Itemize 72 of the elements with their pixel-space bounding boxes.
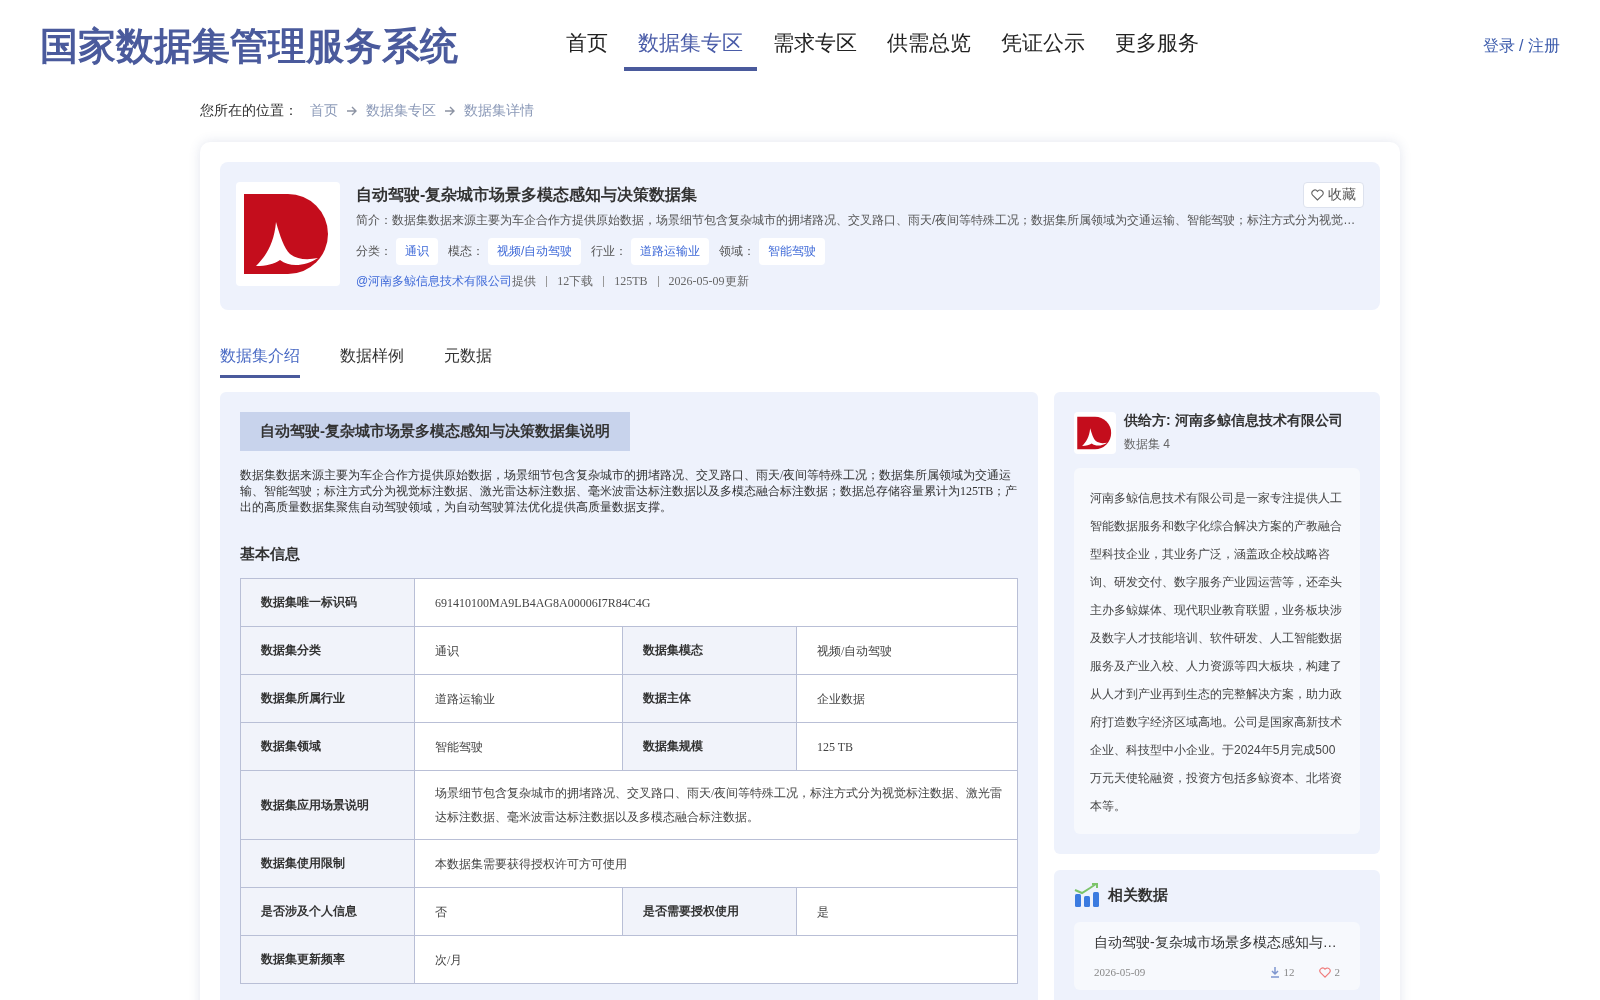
table-cell: 智能驾驶 [414, 722, 623, 771]
table-label: 数据集唯一标识码 [240, 578, 415, 627]
arrow-icon [346, 106, 358, 116]
table-label: 是否涉及个人信息 [240, 887, 415, 936]
table-cell: 场景细节包含复杂城市的拥堵路况、交叉路口、雨天/夜间等特殊工况，标注方式分为视觉标注数据、激光雷达标注数据、毫米波雷达标注数据以及多模态融合标注数据。 [414, 770, 1018, 840]
section-tab[interactable]: 元数据 [444, 346, 492, 378]
supplier-name: 供给方: 河南多鲸信息技术有限公司 [1124, 412, 1343, 430]
related-title: 自动驾驶-复杂城市场景多模态感知与… [1094, 934, 1338, 952]
table-cell: 否 [414, 887, 623, 936]
supplier-description: 河南多鲸信息技术有限公司是一家专注提供人工智能数据服务和数字化综合解决方案的产教融合型科技企业，其业务广泛，涵盖政企校战略咨询、研发交付、数字服务产业园运营等，还牵头主办多鲸媒体、现代职业教育联盟，业务板块涉及数字人才技能培训、软件研发、人工智能数据服务及产业入校、人力资源等四大板块，构建了从人才到产业再到生态的完整解决方案，助力政府打造数字经济区域高地。公司是国家高新技术企业、科技型中小企业。于2024年5月完成500万元天使轮融资，投资方包括多鲸资本、北塔资本等。 [1074, 468, 1360, 834]
site-title: 国家数据集管理服务系统 [40, 23, 459, 69]
tag: 道路运输业 [631, 238, 710, 265]
table-cell: 本数据集需要获得授权许可方可使用 [414, 839, 1018, 888]
breadcrumb-label: 您所在的位置： [200, 102, 298, 120]
dataset-stat: 125TB [614, 274, 648, 289]
tag-label: 模态： [448, 243, 484, 260]
tag: 通识 [396, 238, 438, 265]
favorite-button[interactable]: 收藏 [1303, 182, 1364, 208]
provider-suffix: 提供 [512, 273, 537, 290]
tag-label: 分类： [356, 243, 392, 260]
tag-label: 行业： [591, 243, 628, 260]
table-label: 数据集所属行业 [240, 674, 415, 723]
table-cell: 通识 [414, 626, 623, 675]
table-label: 数据集更新频率 [240, 935, 415, 984]
intro-text: 数据集数据来源主要为车企合作方提供原始数据，场景细节包含复杂城市的拥堵路况、交叉路口、雨天/夜间等特殊工况；数据集所属领域为交通运输、智能驾驶；标注方式分为视觉标注数据、激光雷达标注数据、毫米波雷达标注数据以及多模态融合标注数据；数据总存储容量累计为125TB；产出的高质量数据集聚焦自动驾驶领域，为自动驾驶算法优化提供高质量数据支撑。 [240, 467, 1018, 515]
dataset-summary: 简介：数据集数据来源主要为车企合作方提供原始数据，场景细节包含复杂城市的拥堵路况、交叉路口、雨天/夜间等特殊工况；数据集所属领域为交通运输、智能驾驶；标注方式分为视觉… [356, 212, 1357, 229]
supplier-count: 数据集 4 [1124, 436, 1171, 453]
table-cell: 691410100MA9LB4AG8A00006I7R84C4G [414, 578, 1018, 627]
download-icon [1269, 966, 1280, 978]
table-cell: 是 [796, 887, 1018, 936]
logo-icon [1074, 412, 1116, 454]
table-label: 是否需要授权使用 [622, 887, 797, 936]
intro-heading: 自动驾驶-复杂城市场景多模态感知与决策数据集说明 [240, 412, 630, 451]
tag-label: 领域： [719, 243, 756, 260]
dataset-stat: 2026-05-09更新 [668, 273, 749, 290]
like-count: 2 [1334, 966, 1340, 978]
table-cell: 125 TB [796, 722, 1018, 771]
table-label: 数据集领域 [240, 722, 415, 771]
basic-info-heading: 基本信息 [240, 545, 301, 564]
nav-tab[interactable]: 需求专区 [759, 21, 871, 71]
nav-tab[interactable]: 更多服务 [1101, 21, 1213, 71]
heart-icon [1318, 966, 1331, 978]
logo-icon [236, 182, 340, 286]
related-heading: 相关数据 [1108, 885, 1168, 905]
download-count: 12 [1283, 966, 1295, 978]
related-date: 2026-05-09 [1094, 966, 1146, 978]
table-cell: 企业数据 [796, 674, 1018, 723]
heart-icon [1311, 189, 1324, 201]
provider-link[interactable]: @河南多鲸信息技术有限公司 [356, 273, 513, 290]
table-cell: 次/月 [414, 935, 1018, 984]
section-tab[interactable]: 数据集介绍 [220, 346, 300, 378]
chart-icon [1074, 882, 1100, 908]
nav-tab[interactable]: 供需总览 [873, 21, 985, 71]
login-link[interactable]: 登录 / 注册 [1482, 35, 1560, 57]
tag: 智能驾驶 [759, 238, 826, 265]
dataset-stat: 12下载 [557, 273, 594, 290]
table-cell: 视频/自动驾驶 [796, 626, 1018, 675]
table-label: 数据集使用限制 [240, 839, 415, 888]
table-label: 数据集应用场景说明 [240, 770, 415, 840]
nav-tab[interactable]: 数据集专区 [624, 21, 757, 71]
section-tab[interactable]: 数据样例 [340, 346, 404, 378]
related-item[interactable]: 自动驾驶-复杂城市场景多模态感知与… 2026-05-09 12 2 [1074, 922, 1360, 990]
table-label: 数据主体 [622, 674, 797, 723]
table-label: 数据集分类 [240, 626, 415, 675]
tag: 视频/自动驾驶 [488, 238, 582, 265]
table-label: 数据集规模 [622, 722, 797, 771]
arrow-icon [444, 106, 456, 116]
table-label: 数据集模态 [622, 626, 797, 675]
nav-tab[interactable]: 首页 [552, 21, 622, 71]
nav-tab[interactable]: 凭证公示 [987, 21, 1099, 71]
table-cell: 道路运输业 [414, 674, 623, 723]
dataset-title: 自动驾驶-复杂城市场景多模态感知与决策数据集 [356, 184, 698, 205]
